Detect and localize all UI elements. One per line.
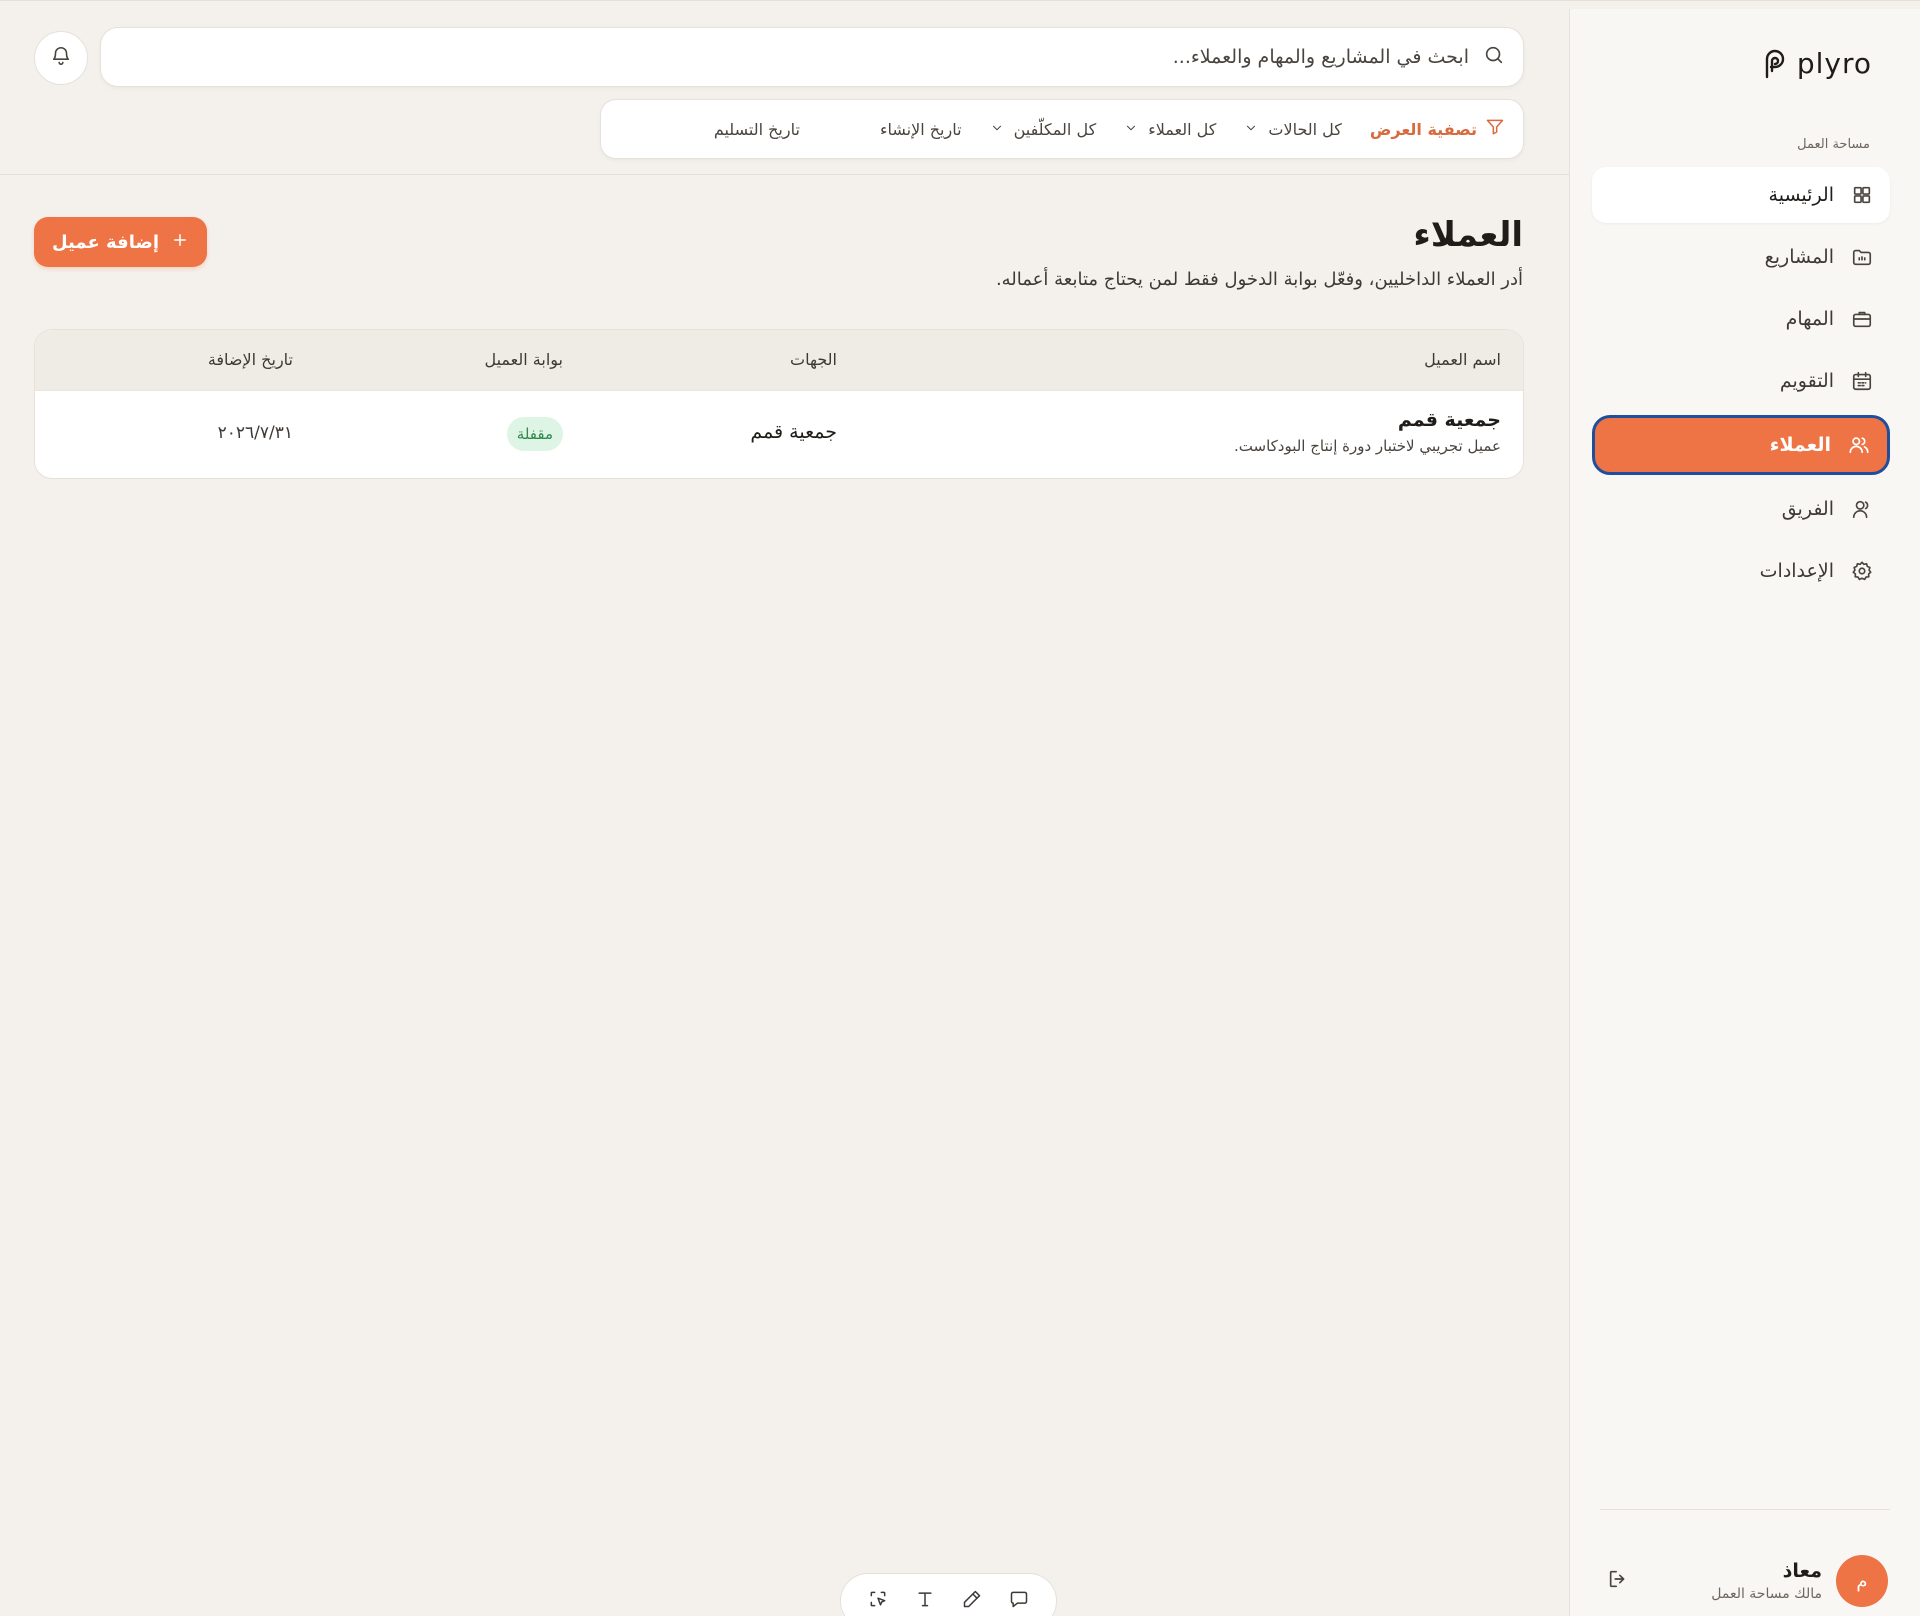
- client-added-date: ٢٠٢٦/٧/٣١: [217, 423, 293, 443]
- sidebar-item-label: المهام: [1785, 308, 1834, 330]
- users-icon: [1847, 433, 1871, 457]
- chevron-down-icon: [990, 120, 1004, 139]
- filter-bar: تصفية العرض كل الحالات كل العملاء كل الم…: [600, 99, 1524, 159]
- sidebar-item-label: الرئيسية: [1768, 184, 1834, 206]
- brand-name: plyro: [1796, 47, 1872, 80]
- add-client-label: إضافة عميل: [51, 231, 160, 253]
- plyro-logo-icon: [1763, 49, 1791, 79]
- delivery-date-filter-label: تاريخ التسليم: [713, 119, 800, 139]
- sidebar-item-label: التقويم: [1779, 370, 1834, 392]
- sidebar-item-label: العملاء: [1769, 434, 1831, 456]
- sidebar-item-tasks[interactable]: المهام: [1592, 291, 1890, 347]
- filter-title: تصفية العرض: [1370, 117, 1505, 141]
- sidebar-item-home[interactable]: الرئيسية: [1592, 167, 1890, 223]
- column-header-date[interactable]: تاريخ الإضافة: [208, 350, 293, 369]
- comment-tool-button[interactable]: [1005, 1587, 1033, 1615]
- created-date-filter-label: تاريخ الإنشاء: [879, 119, 962, 139]
- calendar-icon: [1850, 369, 1874, 393]
- table-row[interactable]: جمعية قمم عميل تجريبي لاختبار دورة إنتاج…: [35, 390, 1523, 478]
- text-icon: [915, 1589, 935, 1613]
- logout-icon: [1607, 1568, 1629, 1594]
- clients-filter[interactable]: كل العملاء: [1124, 120, 1216, 139]
- sidebar-item-label: الإعدادات: [1759, 560, 1834, 582]
- column-header-entities[interactable]: الجهات: [790, 350, 837, 369]
- workspace-label: مساحة العمل: [1797, 137, 1870, 152]
- clients-table: اسم العميل الجهات بوابة العميل تاريخ الإ…: [34, 329, 1524, 479]
- app-root: تصفية العرض كل الحالات كل العملاء كل الم…: [0, 0, 1920, 1616]
- text-tool-button[interactable]: [911, 1587, 939, 1615]
- page-title: العملاء: [1413, 215, 1523, 255]
- portal-status-badge: مقفلة: [506, 417, 563, 451]
- user-profile[interactable]: م معاذ مالك مساحة العمل: [1598, 1551, 1888, 1611]
- column-header-name[interactable]: اسم العميل: [1424, 350, 1501, 369]
- user-name: معاذ: [1782, 1560, 1822, 1582]
- pen-tool-button[interactable]: [958, 1587, 986, 1615]
- search-bar: [100, 27, 1524, 87]
- logout-button[interactable]: [1604, 1567, 1632, 1595]
- top-bar: تصفية العرض كل الحالات كل العملاء كل الم…: [0, 9, 1569, 175]
- sidebar-divider: [1600, 1509, 1890, 1510]
- folder-icon: [1850, 245, 1874, 269]
- sidebar-nav: الرئيسية المشاريع المهام التقويم العملاء…: [1592, 167, 1890, 605]
- delivery-date-filter[interactable]: تاريخ التسليم: [714, 120, 800, 139]
- client-name[interactable]: جمعية قمم: [1234, 409, 1501, 431]
- grid-icon: [1850, 183, 1874, 207]
- sidebar-item-label: الفريق: [1781, 498, 1834, 520]
- chevron-down-icon: [1244, 120, 1258, 139]
- sidebar-item-label: المشاريع: [1764, 246, 1834, 268]
- status-filter-label: كل الحالات: [1268, 119, 1342, 139]
- client-portal-cell: مقفلة: [506, 417, 563, 451]
- sidebar: plyro مساحة العمل الرئيسية المشاريع المه…: [1569, 9, 1920, 1616]
- add-client-button[interactable]: إضافة عميل: [34, 217, 207, 267]
- briefcase-icon: [1850, 307, 1874, 331]
- comment-icon: [1009, 1589, 1029, 1613]
- clients-filter-label: كل العملاء: [1148, 119, 1217, 139]
- filter-title-label: تصفية العرض: [1369, 119, 1477, 139]
- bell-icon: [50, 45, 72, 71]
- search-input[interactable]: [101, 46, 1469, 68]
- user-role: مالك مساحة العمل: [1711, 1586, 1822, 1602]
- notifications-button[interactable]: [34, 31, 88, 85]
- sidebar-item-settings[interactable]: الإعدادات: [1592, 543, 1890, 599]
- search-icon: [1483, 44, 1505, 70]
- client-name-cell: جمعية قمم عميل تجريبي لاختبار دورة إنتاج…: [1234, 409, 1501, 455]
- avatar: م: [1836, 1555, 1888, 1607]
- column-header-portal[interactable]: بوابة العميل: [484, 350, 563, 369]
- annotation-toolbar: [840, 1573, 1057, 1616]
- table-header: اسم العميل الجهات بوابة العميل تاريخ الإ…: [35, 330, 1523, 390]
- status-filter[interactable]: كل الحالات: [1244, 120, 1342, 139]
- assignees-filter[interactable]: كل المكلّفين: [990, 119, 1097, 139]
- user-icon: [1850, 497, 1874, 521]
- filter-icon: [1485, 117, 1505, 141]
- plus-icon: [171, 231, 189, 254]
- client-entities: جمعية قمم: [750, 421, 837, 443]
- pen-icon: [962, 1589, 982, 1613]
- select-tool-button[interactable]: [864, 1587, 892, 1615]
- page-subtitle: أدر العملاء الداخليين، وفعّل بوابة الدخو…: [995, 269, 1523, 290]
- client-description: عميل تجريبي لاختبار دورة إنتاج البودكاست…: [1234, 437, 1501, 455]
- sidebar-item-calendar[interactable]: التقويم: [1592, 353, 1890, 409]
- sidebar-item-projects[interactable]: المشاريع: [1592, 229, 1890, 285]
- user-info: معاذ مالك مساحة العمل: [1711, 1560, 1822, 1602]
- chevron-down-icon: [1124, 120, 1138, 139]
- created-date-filter[interactable]: تاريخ الإنشاء: [880, 120, 962, 139]
- brand-logo[interactable]: plyro: [1763, 47, 1872, 80]
- sidebar-item-clients[interactable]: العملاء: [1592, 415, 1890, 475]
- sidebar-item-team[interactable]: الفريق: [1592, 481, 1890, 537]
- assignees-filter-label: كل المكلّفين: [1013, 119, 1097, 139]
- cursor-select-icon: [868, 1589, 888, 1613]
- gear-icon: [1850, 559, 1874, 583]
